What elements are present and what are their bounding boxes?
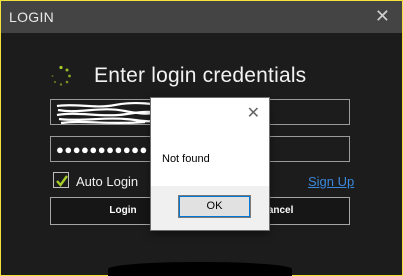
page-heading: Enter login credentials — [94, 64, 307, 87]
ok-button[interactable]: OK — [178, 195, 251, 218]
window-title: LOGIN — [9, 9, 55, 25]
loading-spinner-icon — [51, 65, 71, 86]
close-icon[interactable]: ✕ — [375, 6, 390, 26]
sign-up-link[interactable]: Sign Up — [308, 174, 354, 189]
auto-login-label: Auto Login — [76, 174, 139, 189]
dialog-close-icon[interactable]: ✕ — [247, 103, 260, 123]
dialog-footer: OK — [151, 186, 269, 230]
password-value: ●●●●●●●●●●● — [56, 142, 148, 157]
auto-login-checkbox[interactable] — [53, 172, 69, 188]
title-bar[interactable]: LOGIN ✕ — [1, 1, 402, 33]
decorative-shape — [108, 262, 292, 276]
message-dialog: ✕ Not found OK — [151, 98, 269, 230]
dialog-message: Not found — [162, 153, 210, 165]
checkmark-icon — [56, 175, 68, 187]
